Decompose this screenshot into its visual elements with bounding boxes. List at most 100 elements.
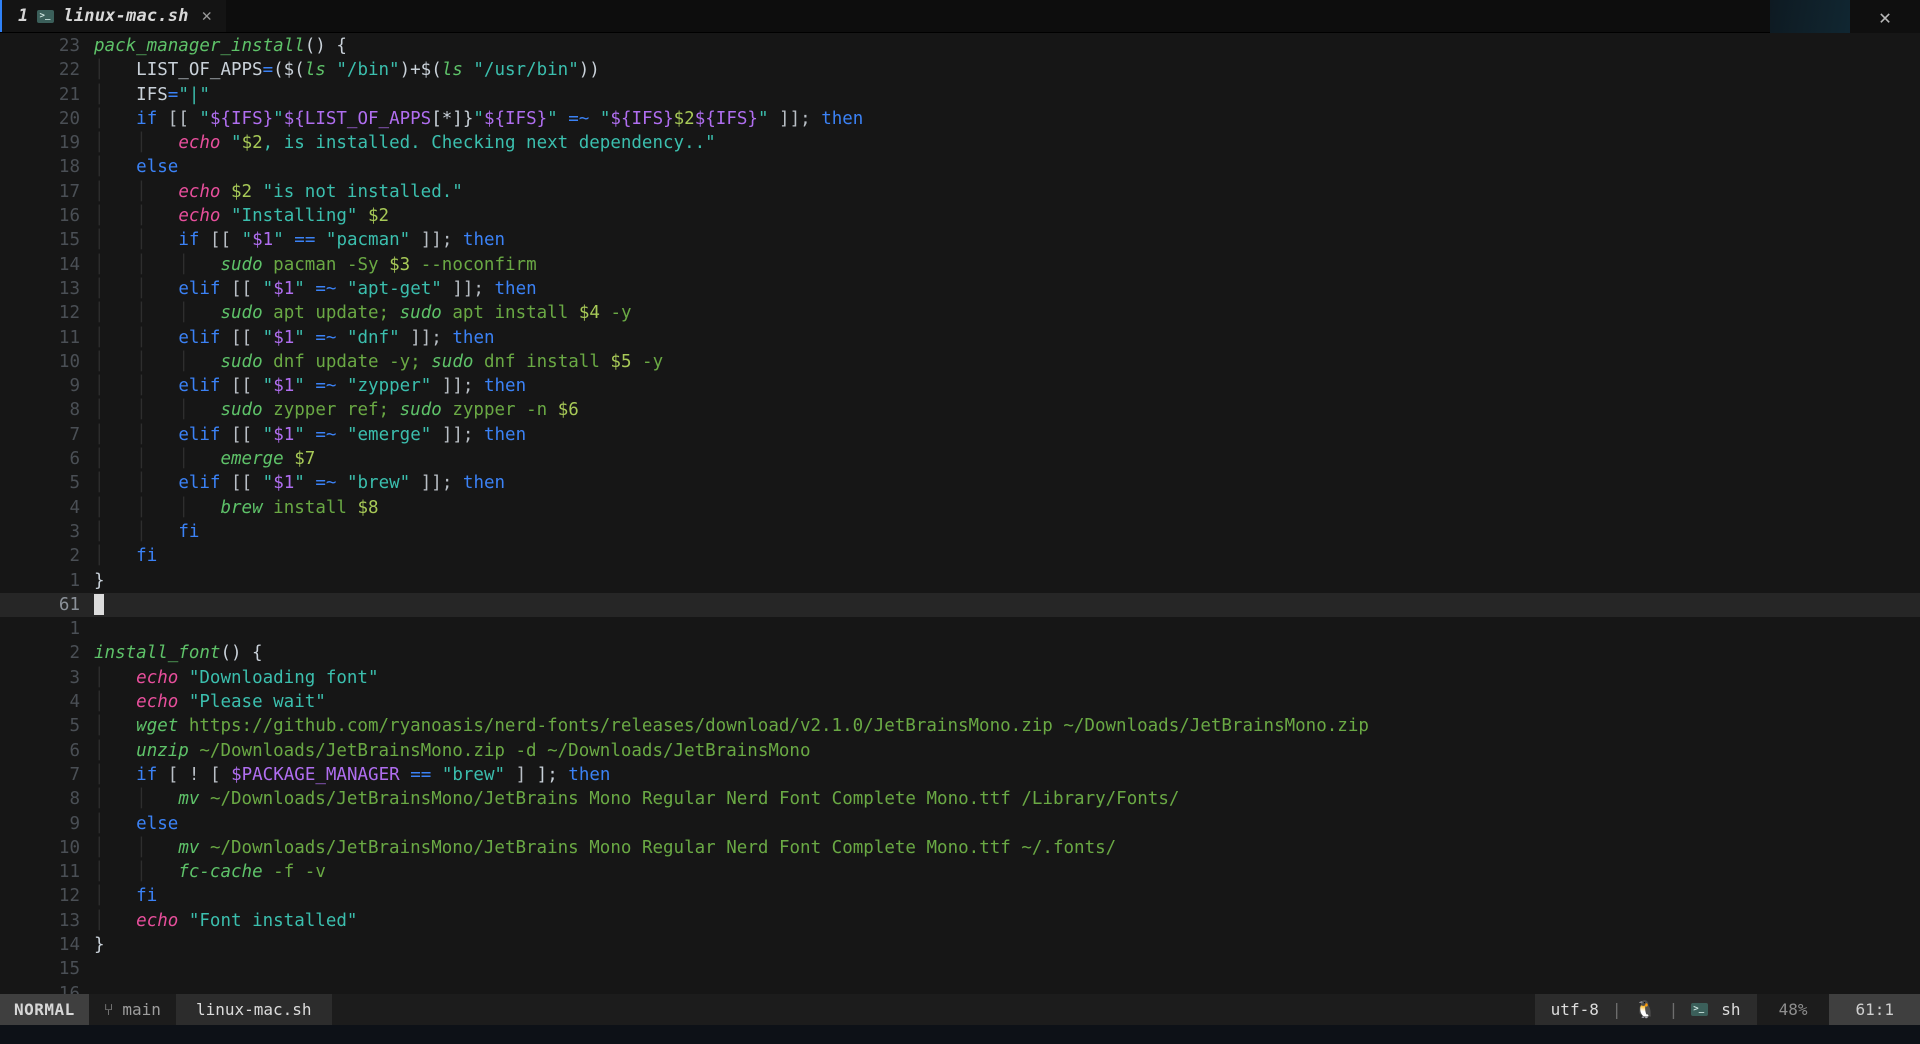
status-cursor-position: 61:1: [1829, 994, 1920, 1025]
code-text: │ fi: [94, 886, 158, 907]
status-right-group: utf-8 | 🐧 | >_ sh: [1534, 994, 1757, 1025]
code-text: │ │ fi: [94, 521, 200, 542]
code-text: │ │ elif [[ "$1" =~ "emerge" ]]; then: [94, 424, 527, 445]
code-line[interactable]: 5 │ wget https://github.com/ryanoasis/ner…: [0, 714, 1920, 738]
text-cursor: [94, 594, 104, 616]
line-number: 2: [69, 546, 80, 567]
window-close-icon[interactable]: ✕: [1850, 0, 1920, 33]
line-number: 3: [69, 667, 80, 688]
code-line[interactable]: 22 │ LIST_OF_APPS=($(ls "/bin")+$(ls "/us…: [0, 58, 1920, 82]
code-line[interactable]: 6 │ │ │ emerge $7: [0, 447, 1920, 471]
code-line[interactable]: 17 │ │ echo $2 "is not installed.": [0, 180, 1920, 204]
line-number: 13: [58, 278, 80, 299]
line-number: 8: [69, 789, 80, 810]
line-number: 10: [58, 837, 80, 858]
tab-bar-filler: [226, 0, 1920, 32]
line-number: 6: [69, 449, 80, 470]
filetype-terminal-icon: >_: [1691, 1003, 1709, 1016]
line-number: 20: [58, 108, 80, 129]
tab-linux-mac-sh[interactable]: 1 >_ linux-mac.sh ✕: [0, 0, 227, 32]
line-number: 22: [58, 60, 80, 81]
code-line[interactable]: 12 │ │ │ sudo apt update; sudo apt instal…: [0, 301, 1920, 325]
code-line[interactable]: 23 pack_manager_install() {: [0, 34, 1920, 58]
code-text: │ │ if [[ "$1" == "pacman" ]]; then: [94, 230, 506, 251]
code-line[interactable]: 5 │ │ elif [[ "$1" =~ "brew" ]]; then: [0, 471, 1920, 495]
code-line[interactable]: 16 │ │ echo "Installing" $2: [0, 204, 1920, 228]
code-line[interactable]: 15: [0, 957, 1920, 981]
code-line[interactable]: 18 │ else: [0, 155, 1920, 179]
line-number: 16: [58, 206, 80, 227]
line-number: 5: [69, 473, 80, 494]
code-line[interactable]: 9 │ │ elif [[ "$1" =~ "zypper" ]]; then: [0, 374, 1920, 398]
code-line[interactable]: 15 │ │ if [[ "$1" == "pacman" ]]; then: [0, 228, 1920, 252]
code-line[interactable]: 8 │ │ │ sudo zypper ref; sudo zypper -n $…: [0, 398, 1920, 422]
code-text: │ │ elif [[ "$1" =~ "zypper" ]]; then: [94, 376, 527, 397]
tab-close-icon[interactable]: ✕: [202, 6, 212, 26]
status-encoding: utf-8: [1550, 1000, 1599, 1019]
line-number: 5: [69, 716, 80, 737]
code-text: │ │ │ sudo dnf update -y; sudo dnf insta…: [94, 351, 664, 372]
code-line[interactable]: 10 │ │ mv ~/Downloads/JetBrainsMono/JetBr…: [0, 836, 1920, 860]
code-line[interactable]: 1: [0, 617, 1920, 641]
code-line[interactable]: 19 │ │ echo "$2, is installed. Checking n…: [0, 131, 1920, 155]
code-text: │ echo "Please wait": [94, 692, 326, 713]
status-branch[interactable]: ⑂ main: [89, 994, 176, 1025]
code-line[interactable]: 16: [0, 982, 1920, 994]
line-number: 16: [58, 983, 80, 994]
line-number: 7: [69, 424, 80, 445]
line-number: 9: [69, 376, 80, 397]
code-text: │ │ echo $2 "is not installed.": [94, 181, 463, 202]
code-text: │ │ │ emerge $7: [94, 449, 316, 470]
line-number: 21: [58, 84, 80, 105]
code-text: │ fi: [94, 546, 158, 567]
line-number: 19: [58, 133, 80, 154]
code-line[interactable]: 9 │ else: [0, 812, 1920, 836]
code-line[interactable]: 4 │ echo "Please wait": [0, 690, 1920, 714]
code-line[interactable]: 2 install_font() {: [0, 641, 1920, 665]
line-number: 4: [69, 497, 80, 518]
tab-title: linux-mac.sh: [63, 6, 189, 26]
line-number: 13: [58, 910, 80, 931]
code-line[interactable]: 11 │ │ elif [[ "$1" =~ "dnf" ]]; then: [0, 326, 1920, 350]
code-line[interactable]: 11 │ │ fc-cache -f -v: [0, 860, 1920, 884]
code-line[interactable]: 2 │ fi: [0, 544, 1920, 568]
code-line[interactable]: 7 │ │ elif [[ "$1" =~ "emerge" ]]; then: [0, 423, 1920, 447]
code-text: │ if [ ! [ $PACKAGE_MANAGER == "brew" ] …: [94, 764, 611, 785]
code-line[interactable]: 14 │ │ │ sudo pacman -Sy $3 --noconfirm: [0, 253, 1920, 277]
code-line[interactable]: 3 │ │ fi: [0, 520, 1920, 544]
line-number: 10: [58, 351, 80, 372]
code-line[interactable]: 8 │ │ mv ~/Downloads/JetBrainsMono/JetBra…: [0, 787, 1920, 811]
line-number: 6: [69, 740, 80, 761]
code-line[interactable]: 13 │ │ elif [[ "$1" =~ "apt-get" ]]; then: [0, 277, 1920, 301]
code-editor[interactable]: 23 pack_manager_install() {22 │ LIST_OF_AP…: [0, 33, 1920, 994]
branch-name: main: [122, 1000, 161, 1019]
status-filetype: sh: [1721, 1000, 1741, 1019]
code-text: │ │ │ brew install $8: [94, 497, 379, 518]
code-line[interactable]: 4 │ │ │ brew install $8: [0, 496, 1920, 520]
git-branch-icon: ⑂: [103, 1000, 114, 1019]
code-text: │ │ mv ~/Downloads/JetBrainsMono/JetBrai…: [94, 837, 1117, 858]
code-text: │ unzip ~/Downloads/JetBrainsMono.zip -d…: [94, 740, 811, 761]
code-line[interactable]: 6 │ unzip ~/Downloads/JetBrainsMono.zip -…: [0, 739, 1920, 763]
line-number: 9: [69, 813, 80, 834]
code-line[interactable]: 20 │ if [[ "${IFS}"${LIST_OF_APPS[*]}"${I…: [0, 107, 1920, 131]
line-number: 12: [58, 886, 80, 907]
code-line[interactable]: 10 │ │ │ sudo dnf update -y; sudo dnf ins…: [0, 350, 1920, 374]
tab-bar: 1 >_ linux-mac.sh ✕ ✕: [0, 0, 1920, 33]
code-line[interactable]: 12 │ fi: [0, 884, 1920, 908]
code-text: │ │ │ sudo pacman -Sy $3 --noconfirm: [94, 254, 537, 275]
code-line[interactable]: 3 │ echo "Downloading font": [0, 666, 1920, 690]
line-number: 17: [58, 181, 80, 202]
line-number: 1: [69, 570, 80, 591]
code-text: │ │ elif [[ "$1" =~ "brew" ]]; then: [94, 473, 506, 494]
code-text: │ │ │ sudo zypper ref; sudo zypper -n $6: [94, 400, 579, 421]
code-line[interactable]: 14}: [0, 933, 1920, 957]
code-line[interactable]: 1}: [0, 569, 1920, 593]
code-line[interactable]: 21 │ IFS="|": [0, 83, 1920, 107]
code-line-current[interactable]: 61: [0, 592, 1920, 618]
line-number: 61: [58, 594, 80, 615]
code-text: │ else: [94, 157, 179, 178]
code-line[interactable]: 7 │ if [ ! [ $PACKAGE_MANAGER == "brew" ]…: [0, 763, 1920, 787]
status-divider-1: |: [1611, 1000, 1622, 1019]
code-line[interactable]: 13 │ echo "Font installed": [0, 909, 1920, 933]
